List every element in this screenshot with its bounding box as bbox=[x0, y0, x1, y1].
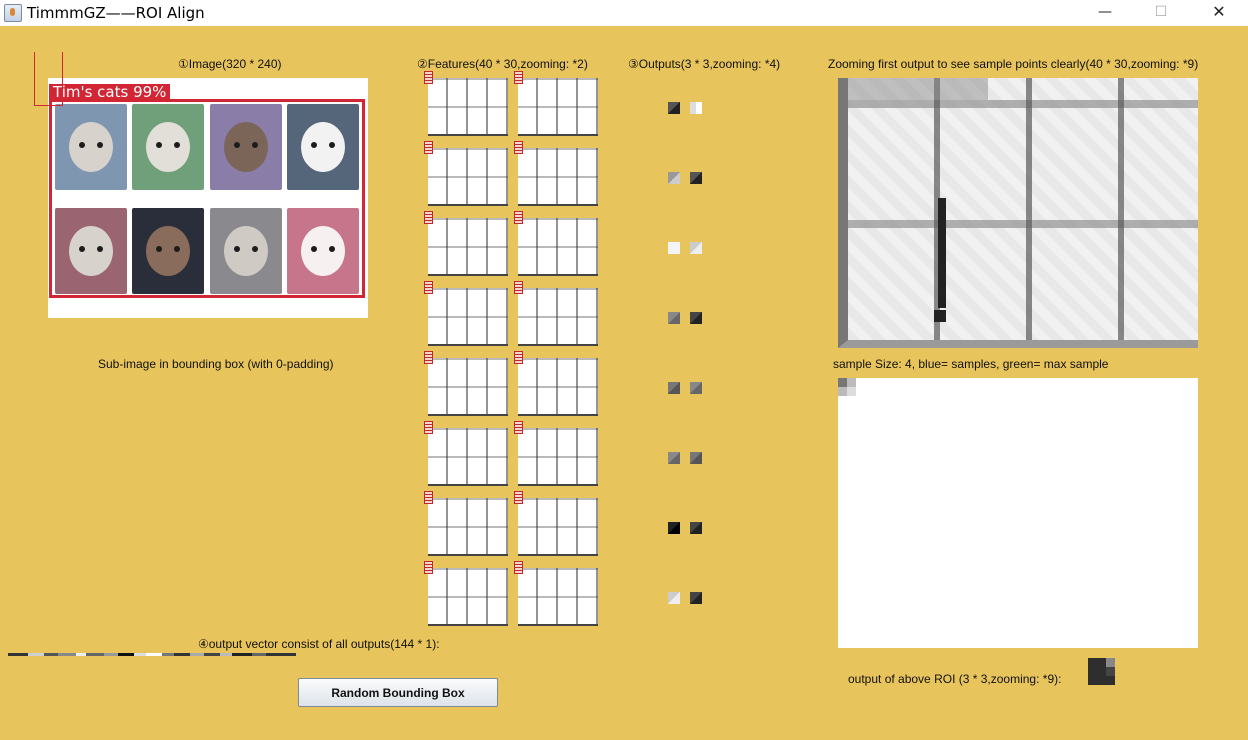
output-tile bbox=[668, 592, 680, 604]
vector-segment bbox=[162, 653, 174, 656]
image-section-label: ①Image(320 * 240) bbox=[178, 57, 282, 71]
java-app-icon bbox=[4, 4, 22, 22]
roi-marker-icon bbox=[514, 211, 523, 224]
vector-segment bbox=[8, 653, 28, 656]
vector-segment bbox=[252, 653, 266, 656]
vector-segment bbox=[134, 653, 146, 656]
feature-map bbox=[518, 288, 598, 346]
output-tile bbox=[690, 172, 702, 184]
feature-map bbox=[428, 288, 508, 346]
feature-map bbox=[428, 568, 508, 626]
feature-edge bbox=[848, 78, 988, 100]
vector-segment bbox=[174, 653, 190, 656]
output-tile bbox=[668, 312, 680, 324]
roi-marker-icon bbox=[514, 71, 523, 84]
feature-map bbox=[428, 358, 508, 416]
output-tile bbox=[668, 172, 680, 184]
roi-line bbox=[62, 52, 63, 106]
sub-image-label: Sub-image in bounding box (with 0-paddin… bbox=[98, 357, 334, 371]
feature-map bbox=[518, 218, 598, 276]
vector-segment bbox=[76, 653, 86, 656]
roi-line bbox=[34, 52, 35, 106]
detection-label: Tim's cats 99% bbox=[49, 84, 171, 101]
random-bounding-box-button[interactable]: Random Bounding Box bbox=[298, 678, 498, 707]
roi-output-tile bbox=[1088, 658, 1115, 685]
roi-output-cell bbox=[1106, 658, 1115, 667]
feature-map bbox=[518, 428, 598, 486]
vector-segment bbox=[44, 653, 58, 656]
vector-segment bbox=[104, 653, 118, 656]
feature-map bbox=[518, 568, 598, 626]
vector-segment bbox=[58, 653, 76, 656]
roi-marker-icon bbox=[514, 281, 523, 294]
roi-marker-icon bbox=[424, 351, 433, 364]
sample-point bbox=[838, 378, 847, 387]
feature-edge bbox=[934, 310, 946, 322]
minimize-button[interactable]: — bbox=[1082, 0, 1128, 26]
title-bar: TimmmGZ——ROI Align — ☐ ✕ bbox=[0, 0, 1248, 26]
output-tile bbox=[690, 522, 702, 534]
output-vector-label: ④output vector consist of all outputs(14… bbox=[198, 637, 440, 651]
vector-segment bbox=[118, 653, 134, 656]
features-section-label: ②Features(40 * 30,zooming: *2) bbox=[417, 57, 588, 71]
roi-marker-icon bbox=[424, 281, 433, 294]
roi-output-cell bbox=[1106, 667, 1115, 676]
maximize-button[interactable]: ☐ bbox=[1138, 0, 1184, 26]
roi-marker-icon bbox=[424, 561, 433, 574]
sample-points-panel bbox=[838, 378, 1198, 648]
roi-marker-icon bbox=[514, 561, 523, 574]
feature-map bbox=[428, 428, 508, 486]
vector-segment bbox=[204, 653, 220, 656]
outputs-section-label: ③Outputs(3 * 3,zooming: *4) bbox=[628, 57, 781, 71]
detection-bounding-box bbox=[49, 99, 365, 298]
roi-marker-icon bbox=[514, 351, 523, 364]
roi-marker-icon bbox=[514, 421, 523, 434]
output-tile bbox=[690, 242, 702, 254]
roi-line bbox=[34, 105, 63, 106]
vector-segment bbox=[86, 653, 104, 656]
feature-map bbox=[428, 498, 508, 556]
output-tile bbox=[668, 452, 680, 464]
feature-map bbox=[428, 78, 508, 136]
roi-marker-icon bbox=[424, 141, 433, 154]
roi-marker-icon bbox=[424, 211, 433, 224]
output-tile bbox=[690, 382, 702, 394]
zoomed-first-output bbox=[838, 78, 1198, 348]
zooming-section-label: Zooming first output to see sample point… bbox=[828, 57, 1199, 71]
roi-marker-icon bbox=[424, 491, 433, 504]
sample-point bbox=[838, 387, 847, 396]
vector-segment bbox=[146, 653, 162, 656]
output-tile bbox=[690, 102, 702, 114]
output-tile bbox=[690, 592, 702, 604]
feature-map bbox=[518, 78, 598, 136]
roi-marker-icon bbox=[424, 71, 433, 84]
feature-map bbox=[428, 148, 508, 206]
feature-map bbox=[518, 498, 598, 556]
output-tile bbox=[690, 452, 702, 464]
vector-segment bbox=[28, 653, 44, 656]
feature-edge bbox=[938, 198, 946, 308]
feature-map bbox=[518, 358, 598, 416]
feature-map bbox=[428, 218, 508, 276]
close-button[interactable]: ✕ bbox=[1196, 0, 1242, 26]
vector-segment bbox=[232, 653, 252, 656]
vector-segment bbox=[190, 653, 204, 656]
output-tile bbox=[668, 522, 680, 534]
output-tile bbox=[668, 102, 680, 114]
feature-map bbox=[518, 148, 598, 206]
vector-segment bbox=[266, 653, 296, 656]
sample-point bbox=[847, 378, 856, 387]
roi-marker-icon bbox=[514, 491, 523, 504]
output-tile bbox=[668, 242, 680, 254]
roi-marker-icon bbox=[424, 421, 433, 434]
sample-size-label: sample Size: 4, blue= samples, green= ma… bbox=[833, 357, 1109, 371]
roi-output-label: output of above ROI (3 * 3,zooming: *9): bbox=[848, 672, 1062, 686]
output-tile bbox=[690, 312, 702, 324]
sample-point bbox=[847, 387, 856, 396]
window-title: TimmmGZ——ROI Align bbox=[27, 4, 205, 22]
vector-segment bbox=[220, 653, 232, 656]
output-tile bbox=[668, 382, 680, 394]
roi-marker-icon bbox=[514, 141, 523, 154]
